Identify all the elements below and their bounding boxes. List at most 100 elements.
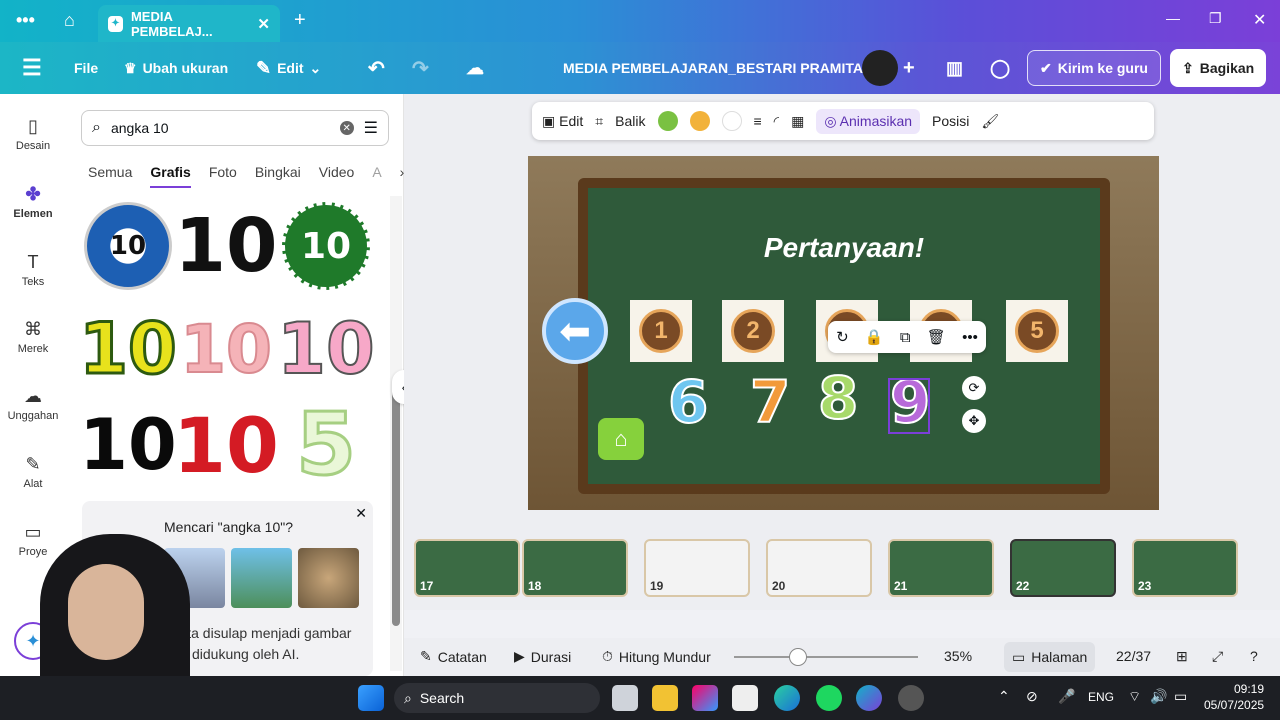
microphone-icon[interactable]: 🎤: [1058, 688, 1075, 705]
rail-item-tools[interactable]: ✎ Alat: [0, 454, 66, 490]
send-to-teacher-button[interactable]: ✔ Kirim ke guru: [1027, 50, 1161, 86]
ai-image-sample[interactable]: [231, 548, 292, 608]
question-card[interactable]: 5: [1006, 300, 1068, 362]
tab-close-icon[interactable]: ✕: [257, 15, 270, 33]
file-menu[interactable]: File: [74, 42, 98, 94]
position-button[interactable]: Posisi: [932, 113, 969, 129]
close-promo-icon[interactable]: ✕: [355, 505, 367, 522]
graphic-result[interactable]: 10: [78, 304, 178, 394]
help-icon[interactable]: ?: [1250, 648, 1258, 664]
volume-icon[interactable]: 🔊: [1150, 688, 1167, 705]
page-thumbnail[interactable]: 21: [888, 539, 994, 597]
page-thumbnail[interactable]: 23: [1132, 539, 1238, 597]
document-title[interactable]: MEDIA PEMBELAJARAN_BESTARI PRAMITA: [563, 42, 863, 94]
flip-button[interactable]: Balik: [615, 113, 645, 129]
clear-search-icon[interactable]: ✕: [339, 121, 354, 135]
rail-item-elements[interactable]: ✤ Elemen: [0, 184, 66, 220]
comment-icon[interactable]: ◯: [990, 42, 1010, 94]
file-explorer-icon[interactable]: [652, 685, 678, 711]
zoom-level[interactable]: 35%: [944, 648, 972, 664]
color-swatch[interactable]: [721, 111, 742, 131]
rail-item-text[interactable]: T Teks: [0, 252, 66, 288]
border-style-icon[interactable]: ≡: [754, 113, 762, 129]
page-thumbnail[interactable]: 20: [766, 539, 872, 597]
insights-icon[interactable]: ▥: [946, 42, 963, 94]
cloud-save-icon[interactable]: ☁: [466, 42, 484, 94]
number-graphic[interactable]: 8: [817, 363, 859, 433]
task-view-icon[interactable]: [612, 685, 638, 711]
edge-icon[interactable]: [774, 685, 800, 711]
tab-graphics[interactable]: Grafis: [150, 164, 191, 188]
copy-style-icon[interactable]: 🖌: [981, 113, 999, 130]
graphic-result[interactable]: 10: [79, 400, 176, 490]
number-graphic[interactable]: 7: [749, 367, 791, 437]
tab-photos[interactable]: Foto: [209, 164, 237, 188]
redo-button[interactable]: ↷: [412, 42, 429, 94]
filter-icon[interactable]: ☰: [364, 118, 378, 138]
tab-frames[interactable]: Bingkai: [255, 164, 301, 188]
graphic-result[interactable]: 10: [276, 304, 375, 394]
rail-item-uploads[interactable]: ☁ Unggahan: [0, 386, 66, 422]
copilot-icon[interactable]: [692, 685, 718, 711]
ai-edit-icon[interactable]: ↻: [836, 328, 849, 346]
canva-app-icon[interactable]: [856, 685, 882, 711]
language-indicator[interactable]: ENG: [1088, 690, 1114, 704]
close-window-button[interactable]: ✕: [1253, 10, 1266, 30]
menu-dots-icon[interactable]: •••: [16, 10, 35, 31]
selection-box[interactable]: [888, 378, 930, 434]
minimize-button[interactable]: —: [1166, 10, 1180, 26]
resize-button[interactable]: ♛ Ubah ukuran: [124, 42, 228, 94]
home-button-graphic[interactable]: ⌂: [598, 418, 644, 460]
back-arrow-graphic[interactable]: ⬅: [542, 298, 608, 364]
share-button[interactable]: ⇪ Bagikan: [1170, 49, 1267, 87]
maximize-button[interactable]: ❐: [1209, 10, 1222, 27]
undo-button[interactable]: ↶: [368, 42, 385, 94]
transparency-icon[interactable]: ▦: [791, 113, 804, 130]
color-swatch[interactable]: [657, 111, 678, 131]
countdown-button[interactable]: ⏱ Hitung Mundur: [602, 648, 711, 665]
search-bar[interactable]: ⌕ angka 10 ✕ ☰: [81, 110, 389, 146]
tab-video[interactable]: Video: [319, 164, 355, 188]
taskbar-search[interactable]: ⌕ Search: [394, 683, 600, 713]
more-options-icon[interactable]: •••: [962, 329, 978, 346]
graphic-result[interactable]: 10: [175, 201, 278, 291]
wifi-icon[interactable]: ⌔: [1128, 688, 1141, 706]
panel-scrollbar[interactable]: [390, 196, 402, 671]
grid-view-icon[interactable]: ⊞: [1176, 648, 1188, 665]
zoom-slider[interactable]: [734, 648, 918, 666]
rotate-handle[interactable]: ⟳: [962, 376, 986, 400]
page-thumbnail[interactable]: 18: [522, 539, 628, 597]
rail-item-brand[interactable]: ⌘ Merek: [0, 319, 66, 355]
ai-image-sample[interactable]: [298, 548, 359, 608]
question-card[interactable]: 1: [630, 300, 692, 362]
number-graphic[interactable]: 6: [667, 367, 709, 437]
chevron-up-icon[interactable]: ⌃: [998, 688, 1010, 705]
lock-icon[interactable]: 🔒: [865, 328, 884, 346]
clock-date[interactable]: 05/07/2025: [1204, 698, 1264, 712]
notes-button[interactable]: ✎ Catatan: [420, 648, 487, 665]
tab-more[interactable]: A: [372, 164, 381, 188]
spotify-icon[interactable]: [816, 685, 842, 711]
page-thumbnail-current[interactable]: 22: [1010, 539, 1116, 597]
settings-icon[interactable]: [898, 685, 924, 711]
color-swatch[interactable]: [689, 111, 710, 131]
graphic-result[interactable]: 10: [82, 201, 174, 291]
question-card[interactable]: 2: [722, 300, 784, 362]
store-icon[interactable]: [732, 685, 758, 711]
battery-icon[interactable]: ▭: [1174, 688, 1187, 705]
browser-tab[interactable]: ✦ MEDIA PEMBELAJ... ✕: [98, 5, 280, 42]
hamburger-menu-icon[interactable]: ☰: [22, 42, 42, 94]
fullscreen-icon[interactable]: ⤢: [1212, 648, 1223, 665]
user-avatar[interactable]: [862, 50, 898, 86]
add-collaborator-button[interactable]: +: [903, 42, 915, 94]
page-view-button[interactable]: ▭ Halaman: [1004, 642, 1096, 672]
crop-icon[interactable]: ⌗: [595, 113, 603, 130]
zoom-slider-thumb[interactable]: [789, 648, 808, 666]
corner-rounding-icon[interactable]: ◜: [774, 113, 779, 130]
graphic-result[interactable]: 10: [179, 304, 273, 394]
clock-time[interactable]: 09:19: [1234, 682, 1264, 696]
graphic-result[interactable]: 5: [280, 394, 372, 497]
edit-image-button[interactable]: ▣ Edit: [542, 113, 583, 130]
new-tab-button[interactable]: +: [294, 9, 306, 32]
tab-all[interactable]: Semua: [88, 164, 132, 188]
